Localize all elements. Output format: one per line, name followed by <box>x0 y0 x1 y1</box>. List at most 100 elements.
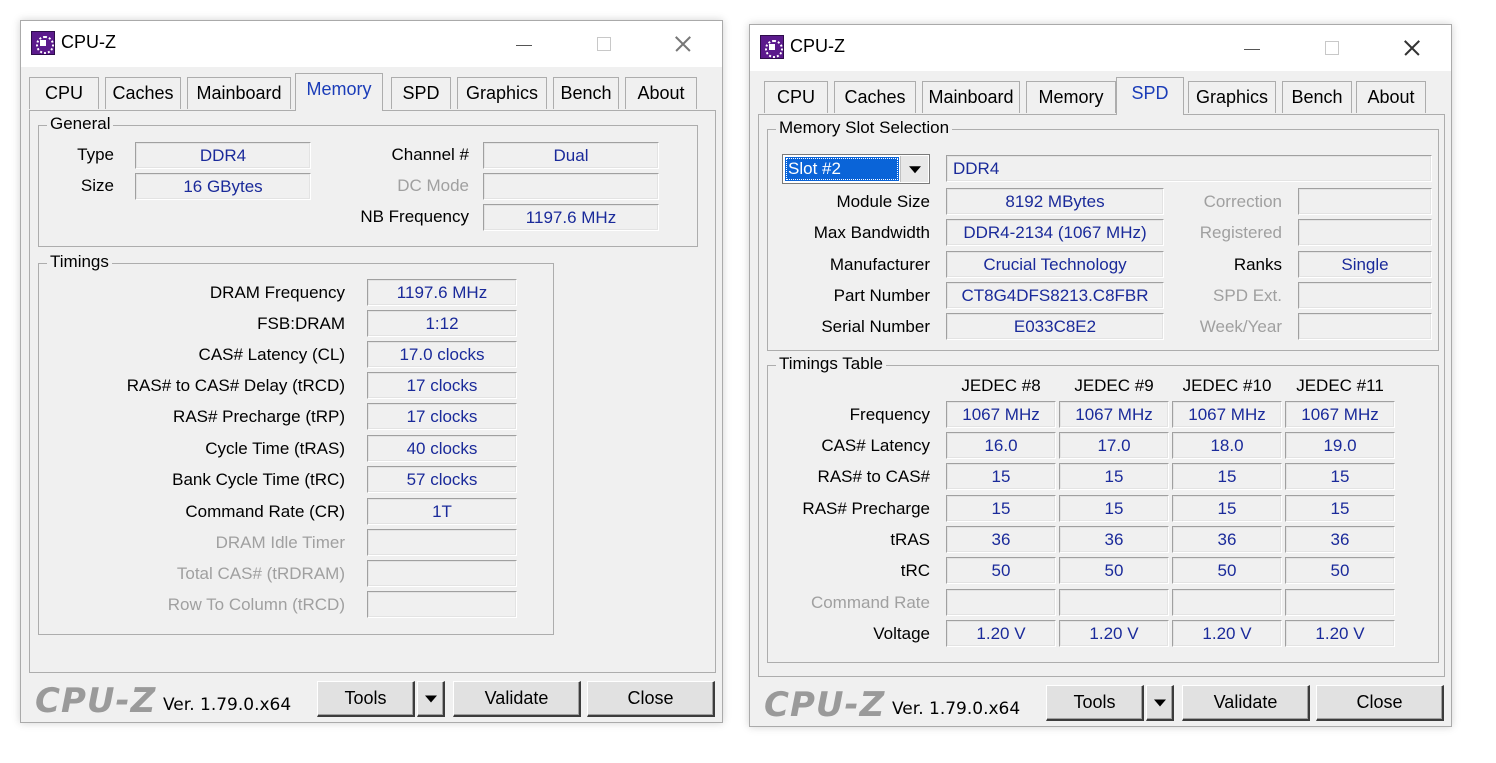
tab-cpu[interactable]: CPU <box>29 77 99 109</box>
timings-cell: 15 <box>1172 495 1282 522</box>
timings-cell: 50 <box>1172 557 1282 584</box>
tab-spd[interactable]: SPD <box>391 77 451 109</box>
correction-label: Correction <box>1203 192 1282 211</box>
timings-table-title: Timings Table <box>776 354 886 374</box>
close-window-icon[interactable] <box>1386 29 1436 65</box>
timings-cell: 15 <box>946 495 1056 522</box>
tab-mainboard[interactable]: Mainboard <box>922 81 1020 113</box>
general-group-title: General <box>47 114 114 134</box>
tools-button[interactable]: Tools <box>1046 685 1144 721</box>
timings-column-header: JEDEC #10 <box>1182 376 1272 395</box>
tab-caches[interactable]: Caches <box>105 77 181 109</box>
memory-slot-group: Memory Slot Selection Slot #2 DDR4 Modul… <box>767 118 1439 351</box>
timings-column-header: JEDEC #11 <box>1296 376 1384 395</box>
timing-value: 17 clocks <box>367 372 517 399</box>
tab-bench[interactable]: Bench <box>553 77 619 109</box>
maximize-icon[interactable] <box>1306 29 1356 65</box>
version-text: Ver. 1.79.0.x64 <box>163 695 292 715</box>
part-number-label: Part Number <box>833 286 930 305</box>
timings-cell <box>1285 589 1395 616</box>
timing-label: RAS# Precharge (tRP) <box>173 407 345 426</box>
tab-mainboard[interactable]: Mainboard <box>187 77 291 109</box>
timing-value <box>367 529 517 556</box>
tab-memory[interactable]: Memory <box>1026 81 1116 113</box>
type-label: Type <box>77 145 114 164</box>
timings-cell <box>946 589 1056 616</box>
timings-row-label: CAS# Latency <box>821 436 930 455</box>
memory-slot-group-title: Memory Slot Selection <box>776 118 953 138</box>
timing-label: Cycle Time (tRAS) <box>205 439 345 458</box>
cpuz-app-icon <box>760 35 784 59</box>
validate-button[interactable]: Validate <box>453 681 581 717</box>
window-title: CPU-Z <box>61 32 116 52</box>
tab-graphics[interactable]: Graphics <box>1188 81 1276 113</box>
cpuz-window-spd: CPU-Z CPU Caches Mainboard Memory SPD Gr… <box>749 24 1452 727</box>
size-value: 16 GBytes <box>135 173 311 200</box>
close-window-icon[interactable] <box>657 25 707 61</box>
cpuz-window-memory: CPU-Z CPU Caches Mainboard Memory SPD Gr… <box>20 20 723 723</box>
timings-row-label: tRAS <box>890 530 930 549</box>
timings-cell: 1.20 V <box>946 620 1056 647</box>
timing-label: DRAM Idle Timer <box>215 533 345 552</box>
timings-cell: 15 <box>1059 495 1169 522</box>
timing-value: 17.0 clocks <box>367 341 517 368</box>
title-bar[interactable]: CPU-Z <box>21 21 722 67</box>
maximize-icon[interactable] <box>578 25 628 61</box>
registered-value <box>1298 219 1432 246</box>
memory-type-value: DDR4 <box>946 155 1432 182</box>
title-bar[interactable]: CPU-Z <box>750 25 1451 71</box>
chevron-down-icon <box>424 695 437 702</box>
dcmode-label: DC Mode <box>397 176 469 195</box>
timing-value: 1T <box>367 498 517 525</box>
timing-value: 57 clocks <box>367 466 517 493</box>
timings-cell: 17.0 <box>1059 432 1169 459</box>
tab-about[interactable]: About <box>1356 81 1426 113</box>
spd-panel: Memory Slot Selection Slot #2 DDR4 Modul… <box>758 114 1445 677</box>
timings-cell: 36 <box>946 526 1056 553</box>
tab-graphics[interactable]: Graphics <box>457 77 547 109</box>
max-bandwidth-value: DDR4-2134 (1067 MHz) <box>946 219 1164 246</box>
week-year-label: Week/Year <box>1199 317 1282 336</box>
tools-dropdown-button[interactable] <box>417 681 445 717</box>
tab-cpu[interactable]: CPU <box>764 81 828 113</box>
timings-cell: 15 <box>1285 495 1395 522</box>
close-button[interactable]: Close <box>1316 685 1444 721</box>
spd-ext-value <box>1298 282 1432 309</box>
timing-value <box>367 560 517 587</box>
close-button[interactable]: Close <box>587 681 715 717</box>
channel-value: Dual <box>483 142 659 169</box>
timing-label: RAS# to CAS# Delay (tRCD) <box>126 376 345 395</box>
slot-dropdown-arrow[interactable] <box>900 156 928 182</box>
minimize-icon[interactable] <box>498 25 548 61</box>
tab-bench[interactable]: Bench <box>1282 81 1352 113</box>
timings-cell: 15 <box>946 463 1056 490</box>
timing-label: Bank Cycle Time (tRC) <box>172 470 345 489</box>
validate-button[interactable]: Validate <box>1182 685 1310 721</box>
timings-cell: 1067 MHz <box>1059 401 1169 428</box>
tab-spd[interactable]: SPD <box>1116 77 1184 115</box>
tab-bar: CPU Caches Mainboard Memory SPD Graphics… <box>758 77 1438 115</box>
timings-cell: 15 <box>1285 463 1395 490</box>
chevron-down-icon <box>1153 699 1166 706</box>
size-label: Size <box>80 176 114 195</box>
tab-about[interactable]: About <box>625 77 697 109</box>
chevron-down-icon <box>908 166 921 174</box>
slot-select[interactable]: Slot #2 <box>782 154 930 184</box>
minimize-icon[interactable] <box>1226 29 1276 65</box>
timings-column-header: JEDEC #8 <box>961 376 1041 395</box>
manufacturer-label: Manufacturer <box>829 255 930 274</box>
timing-value: 1197.6 MHz <box>367 279 517 306</box>
timings-row-label: RAS# to CAS# <box>817 467 930 486</box>
tools-button[interactable]: Tools <box>317 681 415 717</box>
timing-label: Row To Column (tRCD) <box>167 595 345 614</box>
timing-label: FSB:DRAM <box>257 314 345 333</box>
module-size-value: 8192 MBytes <box>946 188 1164 215</box>
timings-cell: 1.20 V <box>1059 620 1169 647</box>
tools-dropdown-button[interactable] <box>1146 685 1174 721</box>
timings-row-label: Frequency <box>849 405 930 424</box>
version-text: Ver. 1.79.0.x64 <box>892 699 1021 719</box>
timing-label: Command Rate (CR) <box>185 502 345 521</box>
spd-ext-label: SPD Ext. <box>1213 286 1282 305</box>
tab-memory[interactable]: Memory <box>295 73 383 111</box>
tab-caches[interactable]: Caches <box>834 81 916 113</box>
